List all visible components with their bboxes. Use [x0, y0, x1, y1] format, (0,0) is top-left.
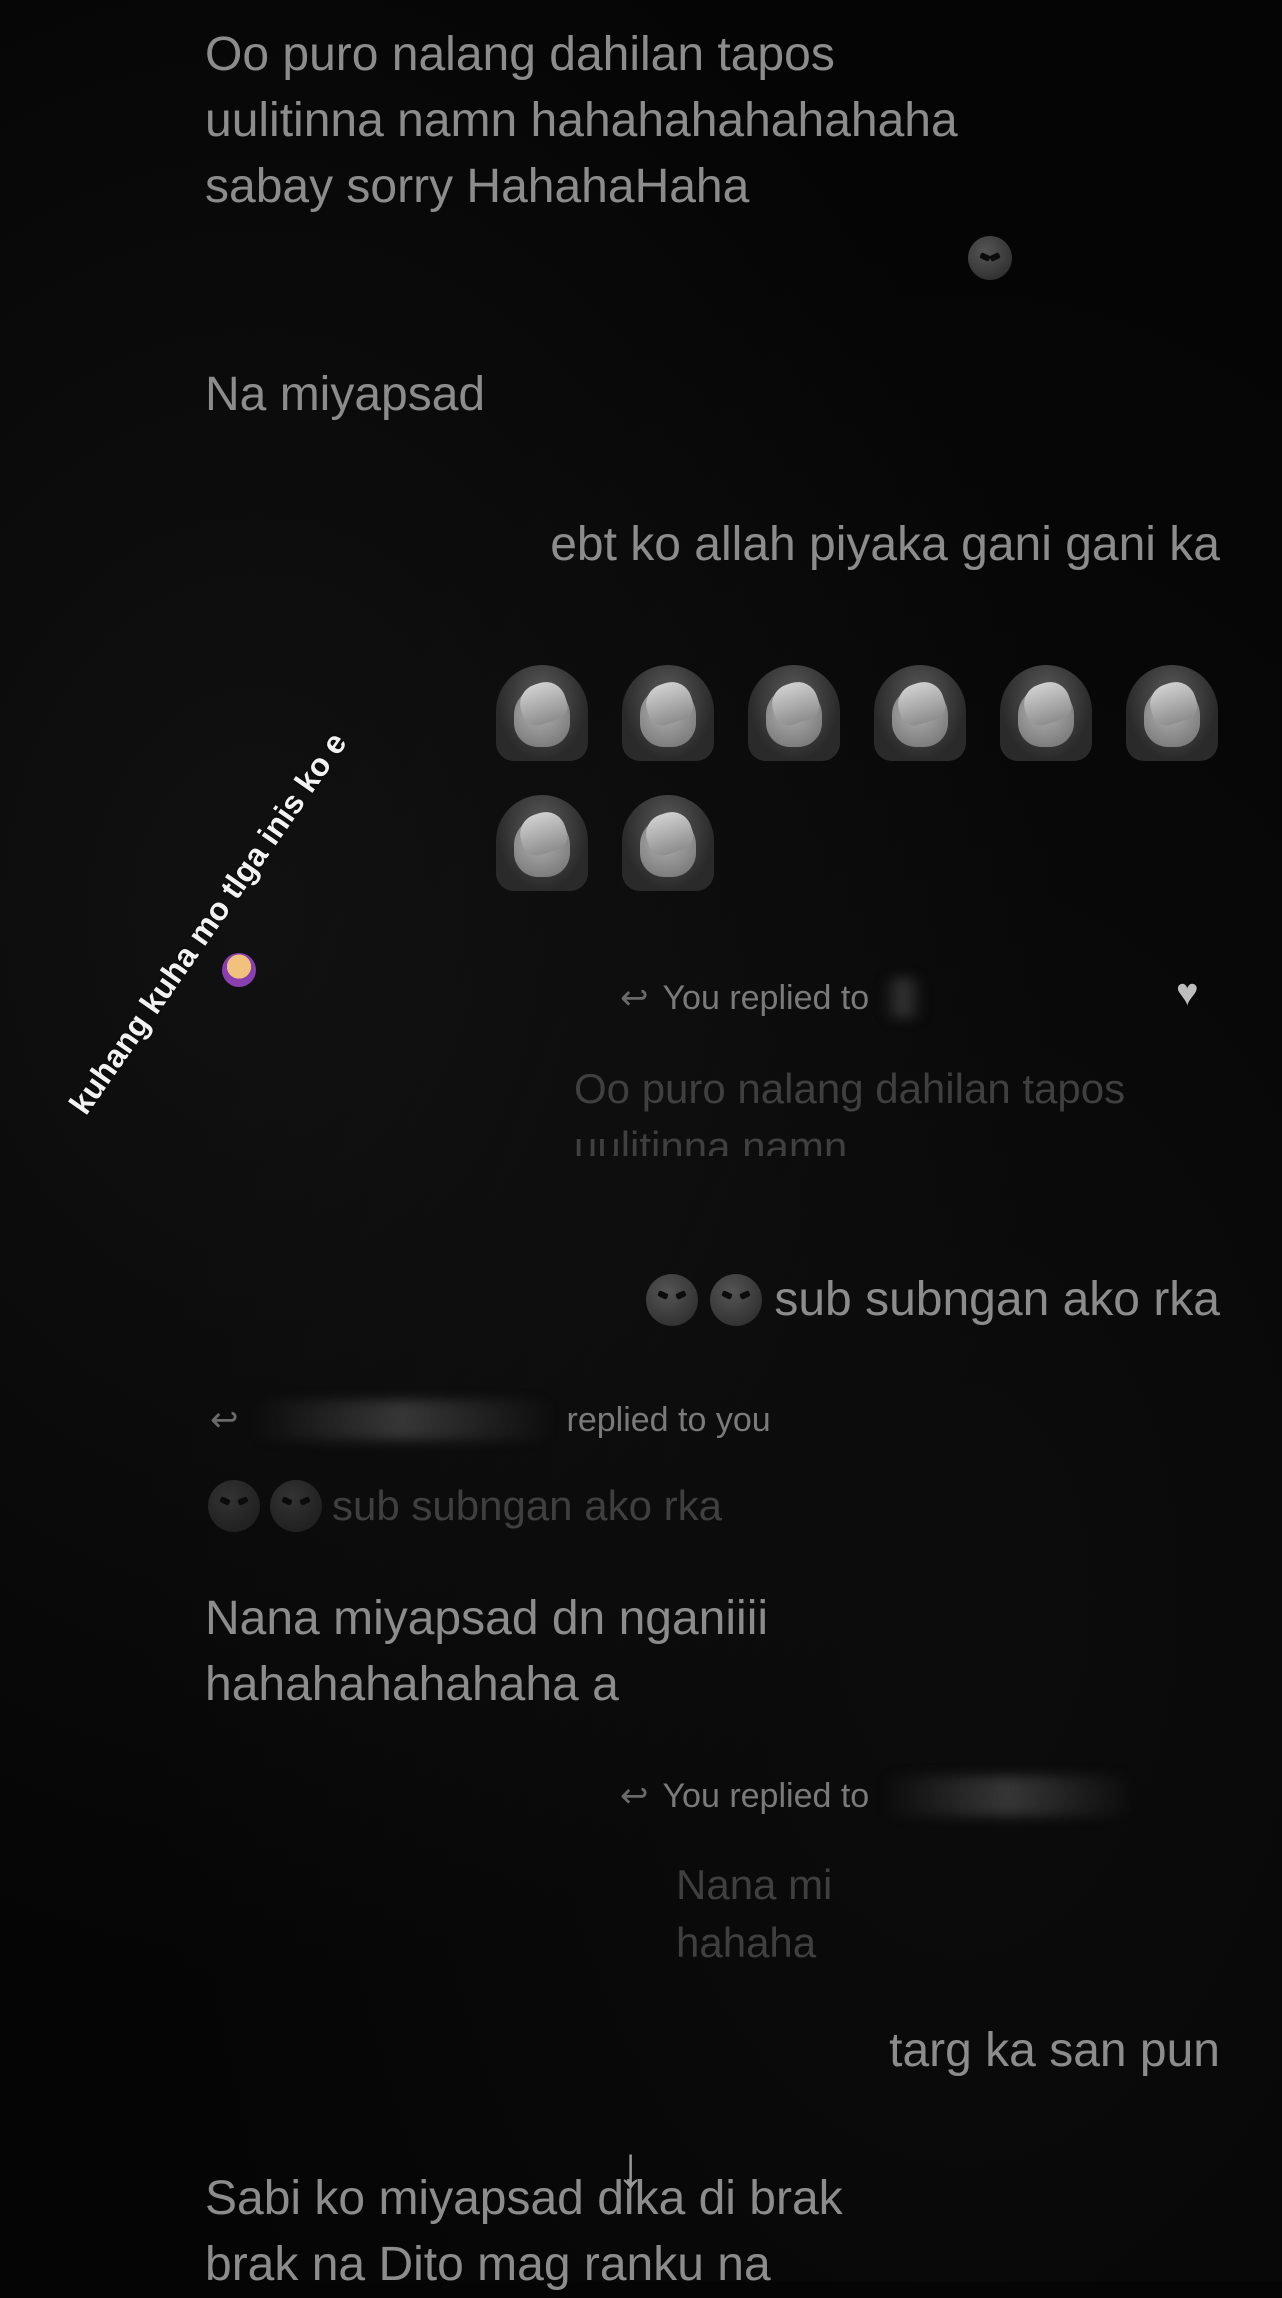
redacted-name — [252, 1400, 553, 1440]
reply-header-3: ↩ You replied to — [620, 1776, 1134, 1816]
message-received-4: Sabi ko miyapsad dika di brak brak na Di… — [205, 2172, 843, 2291]
facepalm-emoji-message — [496, 665, 1256, 891]
redacted-name — [883, 978, 924, 1018]
facepalm-emoji — [748, 665, 840, 761]
story-caption: kuhang kuha mo tlga inis ko e — [62, 725, 354, 1121]
quoted-message-3: Nana mi hahaha — [676, 1861, 833, 1966]
message-text: sub subngan ako rka — [774, 1273, 1220, 1326]
reply-arrow-icon: ↩ — [620, 979, 649, 1017]
reply-label: replied to you — [566, 1400, 771, 1439]
scroll-down-arrow-icon[interactable]: ↓ — [616, 2134, 645, 2201]
reply-arrow-icon: ↩ — [620, 1777, 649, 1815]
reply-label: You replied to — [662, 1776, 870, 1815]
reply-header-1: ↩ You replied to — [620, 978, 924, 1018]
quoted-message-1: Oo puro nalang dahilan tapos uulitinna n… — [574, 1065, 1126, 1156]
facepalm-emoji — [1126, 665, 1218, 761]
message-received-2: Na miyapsad — [205, 368, 486, 421]
reply-header-2: ↩ replied to you — [210, 1400, 771, 1440]
angry-face-emoji — [208, 1480, 260, 1532]
message-received-3: Nana miyapsad dn nganiiii hahahahahahaha… — [205, 1592, 769, 1711]
message-sent-2: sub subngan ako rka — [646, 1272, 1220, 1327]
redacted-name — [883, 1776, 1134, 1816]
heart-icon[interactable]: ♥ — [1176, 972, 1199, 1015]
facepalm-emoji — [622, 665, 714, 761]
reply-arrow-icon: ↩ — [210, 1401, 239, 1439]
reply-label: You replied to — [662, 978, 870, 1017]
angry-face-emoji — [646, 1273, 699, 1326]
message-sent-1: ebt ko allah piyaka gani gani ka — [550, 518, 1220, 571]
facepalm-emoji — [496, 795, 588, 891]
angry-face-emoji — [710, 1273, 763, 1326]
woman-emoji-icon — [222, 953, 256, 987]
quoted-text: sub subngan ako rka — [332, 1482, 722, 1529]
facepalm-emoji — [1000, 665, 1092, 761]
facepalm-emoji — [496, 665, 588, 761]
facepalm-emoji — [874, 665, 966, 761]
message-sent-3: targ ka san pun — [889, 2024, 1220, 2077]
angry-face-emoji — [270, 1480, 322, 1532]
facepalm-emoji — [622, 795, 714, 891]
message-received-1: Oo puro nalang dahilan tapos uulitinna n… — [205, 28, 958, 213]
quoted-message-2: sub subngan ako rka — [208, 1480, 722, 1532]
angry-face-reaction-icon[interactable] — [968, 236, 1012, 280]
